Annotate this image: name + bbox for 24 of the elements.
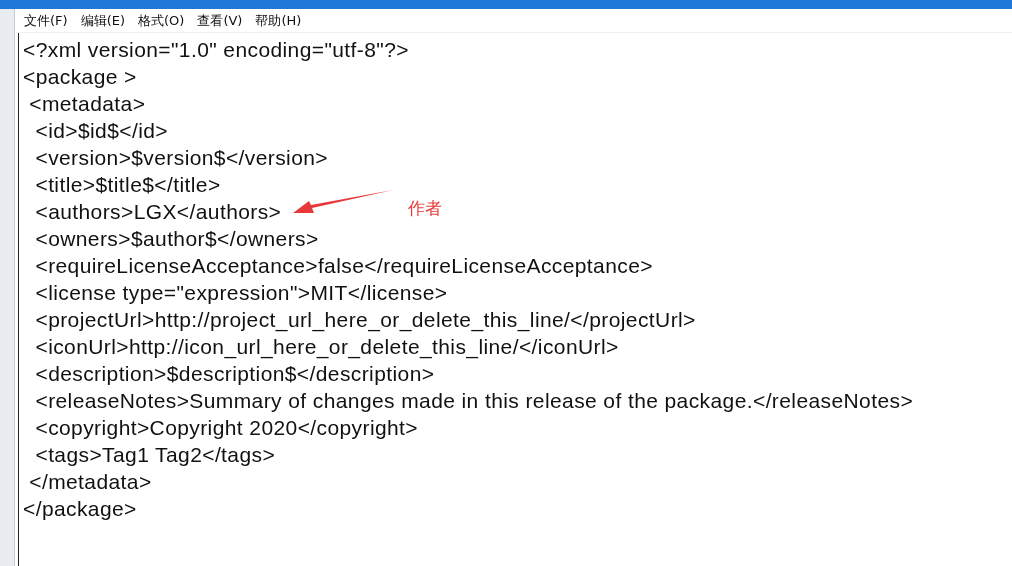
code-line: <description>$description$</description> (34, 362, 435, 385)
code-line: <owners>$author$</owners> (34, 227, 319, 250)
menu-item[interactable]: 查看(V) (191, 11, 249, 30)
code-line: <version>$version$</version> (34, 146, 328, 169)
code-line: <title>$title$</title> (34, 173, 221, 196)
code-line: <package > (23, 65, 137, 88)
code-line: <copyright>Copyright 2020</copyright> (34, 416, 418, 439)
code-line: </metadata> (28, 470, 152, 493)
menu-item[interactable]: 文件(F) (18, 11, 74, 30)
code-line: <releaseNotes>Summary of changes made in this release of the package.</releaseNotes> (34, 389, 914, 412)
code-line: <projectUrl>http://project_url_here_or_delete_this_line/</projectUrl> (34, 308, 696, 331)
menu-item[interactable]: 格式(O) (132, 11, 191, 30)
code-line: <?xml version="1.0" encoding="utf-8"?> (23, 38, 409, 61)
code-line: <metadata> (28, 92, 146, 115)
menu-item[interactable]: 编辑(E) (74, 11, 131, 30)
code-line: <authors>LGX</authors> (34, 200, 282, 223)
code-line: <id>$id$</id> (34, 119, 168, 142)
code-line: <requireLicenseAcceptance>false</requireLicenseAcceptance> (34, 254, 653, 277)
annotation-label: 作者 (408, 197, 442, 220)
menu-item[interactable]: 帮助(H) (249, 11, 308, 30)
code-line: </package> (23, 497, 137, 520)
code-line: <license type="expression">MIT</license> (34, 281, 448, 304)
code-line: <tags>Tag1 Tag2</tags> (34, 443, 276, 466)
code-line: <iconUrl>http://icon_url_here_or_delete_this_line/</iconUrl> (34, 335, 619, 358)
